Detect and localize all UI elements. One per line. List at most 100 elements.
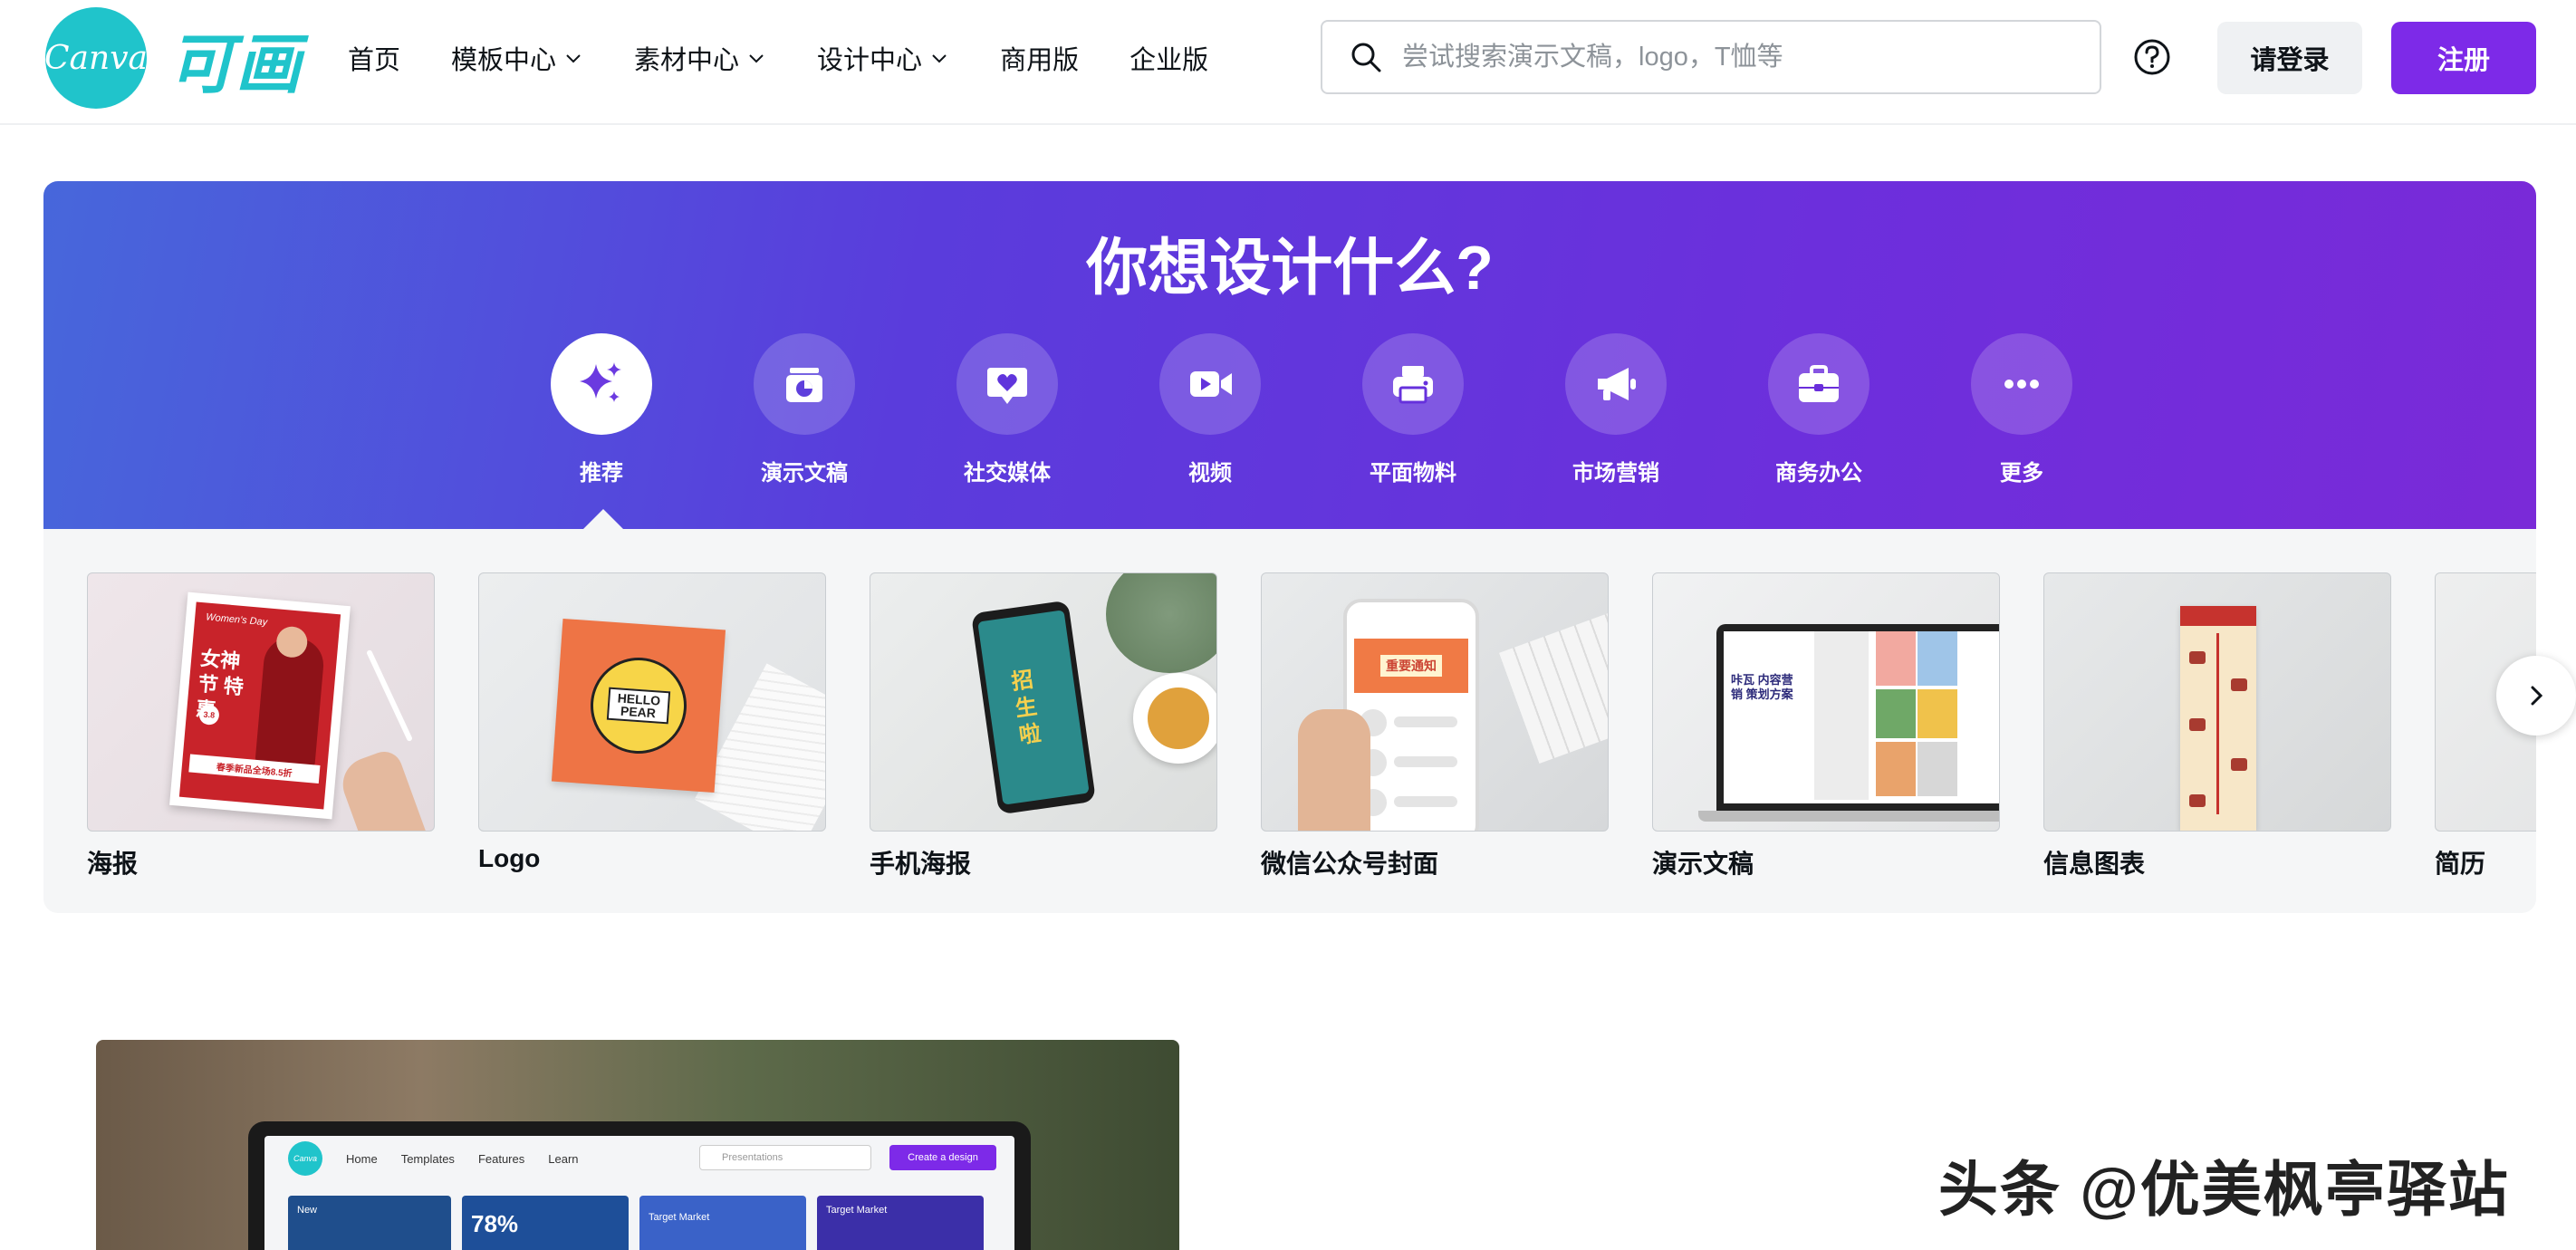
nav-label: 企业版 bbox=[1129, 46, 1209, 75]
megaphone-icon bbox=[1565, 333, 1667, 435]
laptop-mockup: Canva Home Templates Features Learn Pres… bbox=[248, 1121, 1031, 1250]
category-presentation[interactable]: 演示文稿 bbox=[732, 333, 877, 486]
category-marketing[interactable]: 市场营销 bbox=[1543, 333, 1688, 486]
nav-label: 首页 bbox=[348, 46, 401, 75]
template-thumbnail bbox=[2043, 572, 2391, 832]
sparkle-icon bbox=[551, 333, 652, 435]
template-card-poster[interactable]: Women's Day 女神节 特惠 3.8 春季新品全场8.5折 海报 bbox=[87, 572, 435, 880]
photo-tile bbox=[1876, 631, 1916, 686]
template-thumbnail: HELLO PEAR bbox=[478, 572, 826, 832]
nav-enterprise[interactable]: 企业版 bbox=[1129, 39, 1208, 77]
template-card-label: 海报 bbox=[87, 850, 139, 878]
canva-cn-logo[interactable]: 可画 bbox=[168, 22, 303, 102]
template-card-label: 手机海报 bbox=[870, 850, 972, 878]
category-social-media[interactable]: 社交媒体 bbox=[935, 333, 1080, 486]
search-input[interactable] bbox=[1400, 41, 2056, 73]
photo-tile bbox=[1918, 689, 1957, 738]
template-card-wechat-cover[interactable]: 重要通知 微信公众号封面 bbox=[1261, 572, 1609, 880]
template-carousel: Women's Day 女神节 特惠 3.8 春季新品全场8.5折 海报 HEL… bbox=[43, 529, 2536, 913]
mini-nav-link: Templates bbox=[400, 1151, 455, 1166]
mini-card-label: Target Market bbox=[826, 1205, 888, 1216]
template-card-mobile-poster[interactable]: 招生啦 手机海报 bbox=[870, 572, 1217, 880]
briefcase-icon bbox=[1768, 333, 1870, 435]
category-recommended[interactable]: 推荐 bbox=[529, 333, 674, 486]
category-label: 社交媒体 bbox=[964, 461, 1051, 486]
keyboard-prop bbox=[1498, 609, 1608, 764]
laptop-screen: 咔瓦 内容营销 策划方案 bbox=[1724, 631, 1999, 803]
category-label: 演示文稿 bbox=[761, 461, 848, 486]
mini-card-label: New bbox=[297, 1205, 318, 1216]
laptop-screen: Canva Home Templates Features Learn Pres… bbox=[264, 1136, 1014, 1250]
nav-home[interactable]: 首页 bbox=[348, 39, 400, 77]
nav-business[interactable]: 商用版 bbox=[1000, 39, 1079, 77]
template-card-infographic[interactable]: 信息图表 bbox=[2043, 572, 2391, 880]
login-button[interactable]: 请登录 bbox=[2217, 22, 2362, 94]
nav-templates[interactable]: 模板中心 bbox=[451, 39, 583, 77]
watermark-text: 头条 @优美枫亭驿站 bbox=[1938, 1156, 2510, 1223]
mobile-poster-text: 招生啦 bbox=[1010, 667, 1043, 749]
nav-label: 商用版 bbox=[1000, 46, 1080, 75]
help-icon[interactable] bbox=[2133, 38, 2171, 76]
nav-design[interactable]: 设计中心 bbox=[817, 39, 949, 77]
hand-prop bbox=[335, 746, 429, 831]
list-placeholder bbox=[1394, 716, 1457, 727]
logo-mascot-text: HELLO PEAR bbox=[606, 687, 671, 725]
mini-nav-link: Features bbox=[477, 1151, 525, 1166]
timeline-item bbox=[2189, 794, 2206, 807]
carousel-next-button[interactable] bbox=[2496, 656, 2576, 736]
chevron-down-icon bbox=[746, 48, 766, 68]
poster-artwork: Women's Day 女神节 特惠 3.8 春季新品全场8.5折 bbox=[178, 601, 341, 810]
mini-template-card: Target Market bbox=[639, 1196, 806, 1250]
nav-label: 素材中心 bbox=[634, 46, 740, 75]
printer-icon bbox=[1362, 333, 1464, 435]
slides-title: 咔瓦 内容营销 策划方案 bbox=[1731, 673, 1793, 701]
laptop-prop: 咔瓦 内容营销 策划方案 bbox=[1716, 624, 1999, 811]
mini-card-label: Target Market bbox=[649, 1212, 710, 1223]
template-card-label: 演示文稿 bbox=[1652, 850, 1754, 878]
template-card-label: 微信公众号封面 bbox=[1261, 850, 1439, 878]
template-card-logo[interactable]: HELLO PEAR Logo bbox=[478, 572, 826, 873]
photo-tile bbox=[1918, 631, 1957, 686]
category-video[interactable]: 视频 bbox=[1138, 333, 1283, 486]
pencil-prop bbox=[366, 649, 413, 743]
template-card-label: 简历 bbox=[2435, 850, 2486, 878]
canva-logo[interactable]: Canva bbox=[44, 7, 148, 109]
hero-banner: 你想设计什么? 推荐 演示文稿 社交媒体 视频 平面物料 市场营销 商务办公 更… bbox=[43, 181, 2536, 529]
coffee-prop bbox=[1148, 688, 1209, 749]
template-thumbnail: 重要通知 bbox=[1261, 572, 1609, 832]
timeline-item bbox=[2231, 758, 2247, 771]
wechat-banner: 重要通知 bbox=[1354, 639, 1468, 693]
mini-card-percent: 78% bbox=[471, 1210, 519, 1237]
photo-tile bbox=[1814, 631, 1869, 800]
logo-text: Canva bbox=[44, 39, 148, 77]
template-thumbnail: 咔瓦 内容营销 策划方案 bbox=[1652, 572, 2000, 832]
chevron-right-icon bbox=[2523, 682, 2550, 709]
category-print[interactable]: 平面物料 bbox=[1341, 333, 1485, 486]
photo-tile bbox=[1876, 689, 1916, 738]
infographic-header bbox=[2180, 606, 2256, 626]
product-preview-image: Canva Home Templates Features Learn Pres… bbox=[96, 1040, 1179, 1250]
phone-prop: 招生啦 bbox=[970, 600, 1097, 815]
template-card-label: 信息图表 bbox=[2043, 850, 2146, 878]
mini-logo-text: Canva bbox=[293, 1154, 317, 1163]
category-more[interactable]: 更多 bbox=[1949, 333, 2094, 486]
category-business[interactable]: 商务办公 bbox=[1746, 333, 1891, 486]
category-label: 推荐 bbox=[580, 461, 623, 486]
poster-en-text: Women's Day bbox=[205, 611, 268, 629]
top-header: Canva 可画 首页 模板中心 素材中心 设计中心 商用版 企业版 请登录 注… bbox=[0, 0, 2576, 125]
category-label: 平面物料 bbox=[1370, 461, 1456, 486]
category-label: 商务办公 bbox=[1775, 461, 1862, 486]
list-placeholder bbox=[1394, 756, 1457, 767]
hero-title: 你想设计什么? bbox=[1086, 234, 1494, 303]
nav-assets[interactable]: 素材中心 bbox=[634, 39, 766, 77]
mini-search: Presentations bbox=[699, 1145, 871, 1170]
template-card-label: Logo bbox=[478, 844, 541, 872]
search-icon bbox=[1348, 39, 1384, 75]
main-nav: 首页 模板中心 素材中心 设计中心 商用版 企业版 bbox=[348, 27, 1259, 89]
mini-template-card: New bbox=[288, 1196, 451, 1250]
laptop-base bbox=[1698, 811, 1999, 822]
active-category-caret bbox=[583, 509, 623, 529]
signup-button[interactable]: 注册 bbox=[2391, 22, 2536, 94]
mini-logo: Canva bbox=[288, 1141, 322, 1176]
template-card-presentation[interactable]: 咔瓦 内容营销 策划方案 演示文稿 bbox=[1652, 572, 2000, 880]
